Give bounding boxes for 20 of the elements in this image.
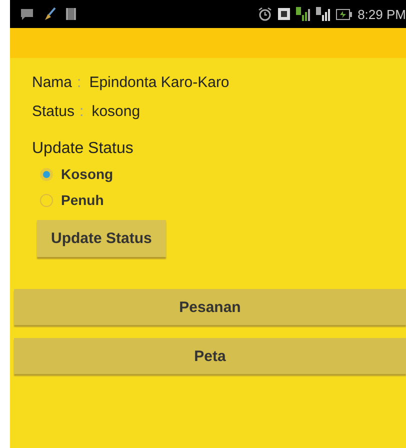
- section-title: Update Status: [31, 140, 134, 158]
- field-value: kosong: [92, 103, 140, 120]
- clock-time: 8:29 PM: [358, 6, 406, 22]
- map-button[interactable]: Peta: [14, 338, 406, 374]
- update-status-button[interactable]: Update Status: [37, 220, 166, 257]
- radio-button[interactable]: [40, 194, 53, 206]
- radio-option[interactable]: Penuh: [40, 192, 104, 208]
- colon-separator: :: [77, 74, 82, 91]
- field-label: Status: [32, 103, 75, 120]
- field-value: Epindonta Karo-Karo: [89, 74, 230, 91]
- signal-icon: [316, 7, 330, 21]
- colon-separator: :: [80, 103, 84, 120]
- radio-button[interactable]: [40, 168, 53, 180]
- battery-icon: [336, 8, 352, 20]
- signal-icon: [296, 7, 310, 21]
- field-label: Nama: [32, 74, 72, 91]
- radio-option[interactable]: Kosong: [40, 166, 114, 182]
- chat-icon: [20, 8, 34, 20]
- orders-button[interactable]: Pesanan: [14, 289, 406, 325]
- alarm-icon: [258, 7, 272, 21]
